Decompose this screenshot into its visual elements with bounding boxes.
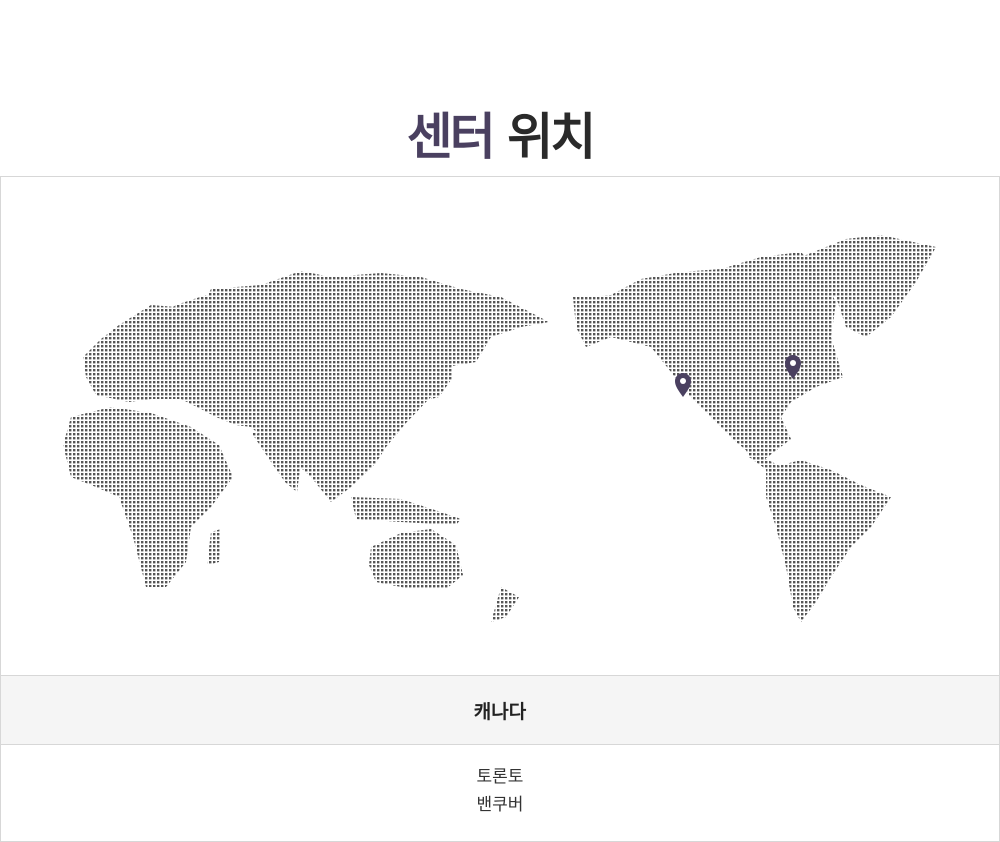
country-header[interactable]: 캐나다	[1, 675, 999, 745]
city-item-vancouver[interactable]: 밴쿠버	[1, 791, 999, 819]
page-title: 센터 위치	[0, 104, 1000, 170]
city-item-toronto[interactable]: 토론토	[1, 763, 999, 791]
vancouver-pin[interactable]	[675, 373, 691, 397]
location-panel: 캐나다 토론토 밴쿠버	[0, 176, 1000, 842]
title-main: 위치	[507, 107, 596, 166]
location-pins	[675, 355, 801, 397]
title-accent: 센터	[406, 107, 496, 166]
country-name: 캐나다	[473, 700, 527, 723]
world-map	[1, 177, 999, 675]
page: 센터 위치 캐나다 토론토 밴쿠버	[0, 0, 1000, 842]
city-list: 토론토 밴쿠버	[1, 763, 999, 819]
toronto-pin[interactable]	[785, 355, 801, 379]
